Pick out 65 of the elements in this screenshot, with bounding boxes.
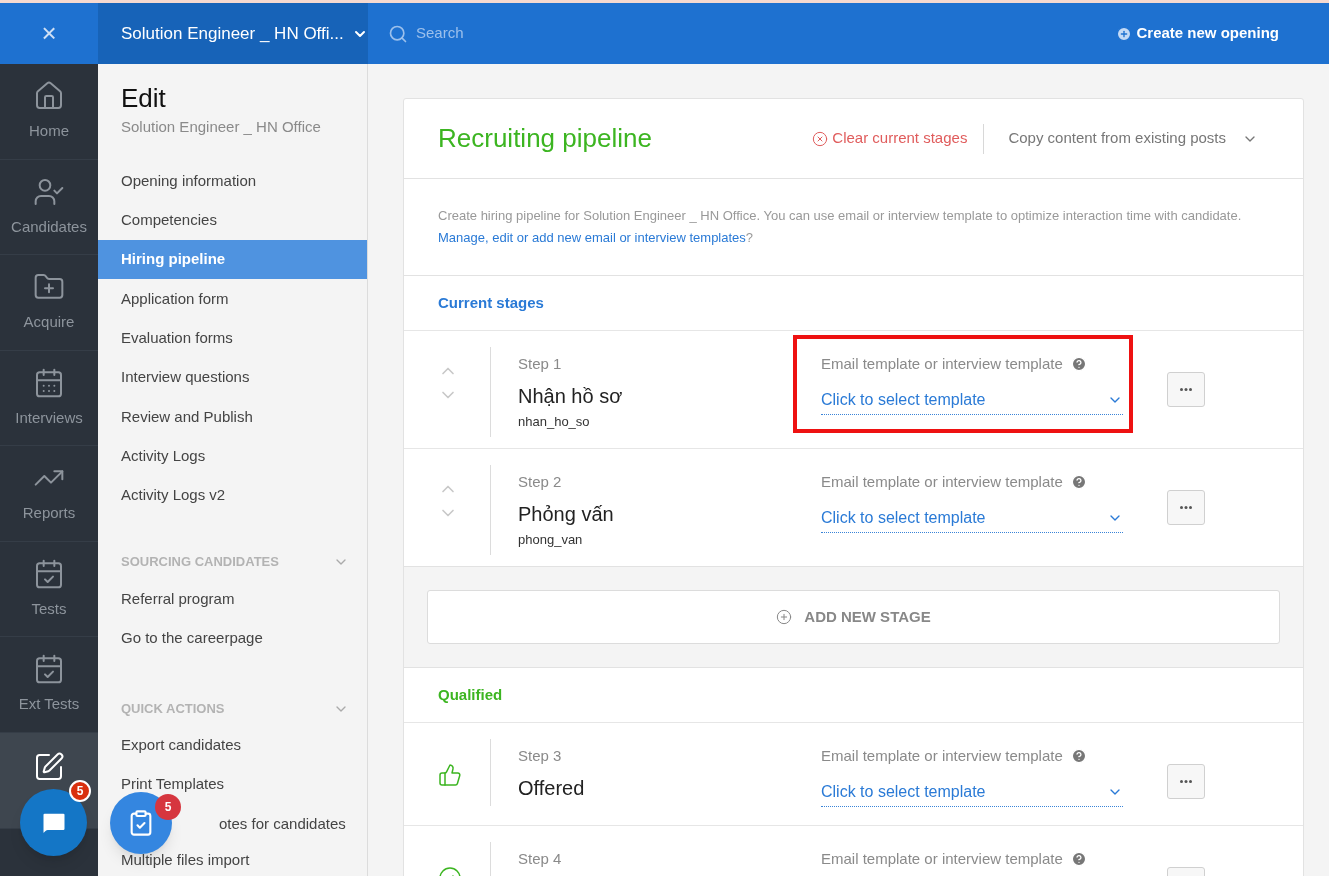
sidebar-item[interactable]: Go to the careerpage [98, 618, 367, 658]
more-icon [1180, 388, 1192, 391]
add-stage-button[interactable]: ADD NEW STAGE [427, 590, 1280, 644]
help-icon[interactable] [1070, 474, 1087, 491]
stage-code: nhan_ho_so [518, 412, 591, 431]
section-heading: QUICK ACTIONS [121, 700, 225, 718]
sidebar-item[interactable]: Opening information [98, 161, 367, 201]
close-button[interactable]: × [0, 3, 98, 64]
opening-selector[interactable]: Solution Engineer _ HN Offi... [98, 3, 368, 64]
copy-content-dropdown[interactable]: Copy content from existing posts [1008, 127, 1258, 150]
sidebar-item[interactable]: Referral program [98, 579, 367, 619]
template-label: Email template or interview template [821, 472, 1063, 492]
calendar-check-icon [33, 557, 65, 590]
sidebar-item[interactable]: Review and Publish [98, 397, 367, 437]
template-label: Email template or interview template [821, 354, 1063, 374]
help-icon[interactable] [1070, 356, 1087, 373]
sidebar-item[interactable]: Hiring pipeline [98, 240, 367, 280]
sidebar-item[interactable]: Export candidates [98, 725, 367, 766]
sidebar-item[interactable]: Activity Logs [98, 436, 367, 476]
more-icon [1180, 780, 1192, 783]
sidebar-item[interactable]: Application form [98, 279, 367, 319]
calendar-icon [33, 366, 65, 399]
group-heading: Current stages [437, 292, 545, 313]
manage-templates-link[interactable]: Manage, edit or add new email or interview templates [438, 230, 746, 245]
section-heading: SOURCING CANDIDATES [121, 553, 279, 572]
thumbs-up-icon [438, 763, 462, 787]
template-label: Email template or interview template [821, 849, 1063, 869]
group-heading: Qualified [437, 684, 504, 705]
stage-name: Nhận hồ sơ [518, 383, 624, 408]
edit-icon [33, 750, 65, 783]
card-title: Recruiting pipeline [438, 122, 652, 155]
help-icon[interactable] [1070, 748, 1087, 765]
plus-circle-icon [1116, 25, 1133, 42]
sidebar-item[interactable]: Evaluation forms [98, 318, 367, 358]
step-number: Step 2 [518, 472, 563, 492]
plus-circle-icon [776, 609, 793, 625]
more-button[interactable] [1167, 372, 1205, 407]
template-label: Email template or interview template [821, 746, 1063, 766]
pipeline-description: Create hiring pipeline for Solution Engineer _ HN Office. You can use email or interview template to optimize interaction time with candidate. Manage, edit or add new email or interview templates? [404, 179, 1303, 276]
template-select[interactable]: Click to select template [821, 505, 1123, 533]
sidebar-title: Edit [121, 82, 167, 114]
stage-code: phong_van [518, 530, 584, 549]
home-icon [33, 80, 65, 112]
more-icon [1180, 506, 1192, 509]
step-number: Step 1 [518, 354, 563, 374]
step-number: Step 4 [518, 849, 563, 869]
stage-name: Offered [518, 775, 586, 800]
more-button[interactable] [1167, 764, 1205, 799]
search-icon [388, 23, 408, 44]
close-circle-icon [812, 130, 829, 147]
search-field[interactable]: Search [416, 22, 716, 45]
template-select[interactable]: Click to select template [821, 779, 1123, 807]
stage-name: Phỏng vấn [518, 501, 615, 526]
sidebar-item[interactable]: Competencies [98, 200, 367, 241]
clear-stages-button[interactable]: Clear current stages [812, 123, 985, 154]
step-number: Step 3 [518, 746, 563, 766]
sidebar-item[interactable]: Activity Logs v2 [98, 475, 367, 516]
template-select[interactable]: Click to select template [821, 387, 1123, 415]
calendar-check-icon [33, 653, 65, 685]
create-opening-button[interactable]: Create new opening [1116, 3, 1279, 64]
help-icon[interactable] [1070, 851, 1087, 868]
sidebar-item[interactable]: Interview questions [98, 358, 367, 398]
sidebar-subtitle: Solution Engineer _ HN Office [121, 117, 322, 137]
more-button[interactable] [1167, 490, 1205, 525]
sidebar-item[interactable]: Multiple files import [98, 843, 367, 876]
